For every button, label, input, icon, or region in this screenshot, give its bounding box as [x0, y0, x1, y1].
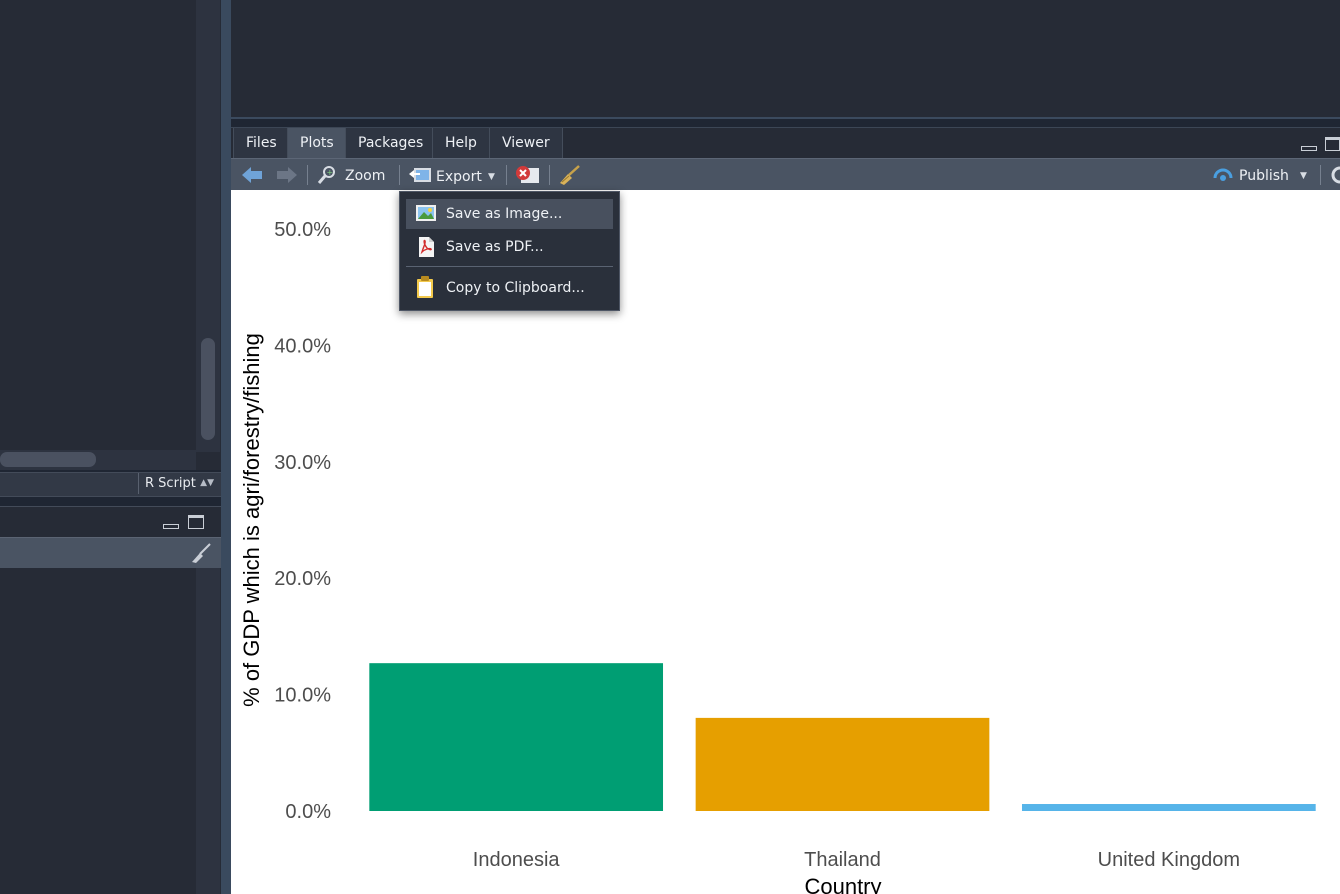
save-as-pdf-menu-item[interactable]: Save as PDF...: [406, 232, 613, 262]
pdf-icon: [419, 237, 434, 257]
back-arrow-icon[interactable]: [241, 166, 263, 184]
bar-chart: 0.0% 10.0% 20.0% 30.0% 40.0% 50.0% Indonesia T…: [239, 219, 1316, 894]
copy-to-clipboard-menu-item[interactable]: Copy to Clipboard...: [406, 273, 613, 303]
y-tick-label: 20.0%: [274, 568, 331, 590]
image-icon: [416, 205, 436, 221]
file-type-label: R Script: [145, 476, 196, 491]
select-arrows-icon: ▲▼: [200, 478, 214, 488]
zoom-magnifier-icon: +: [317, 166, 335, 184]
file-type-select[interactable]: R Script ▲▼: [138, 473, 220, 494]
clipboard-icon: [417, 276, 433, 298]
export-button[interactable]: Export ▼: [408, 162, 500, 188]
tab-packages[interactable]: Packages: [345, 128, 437, 158]
remove-plot-icon[interactable]: [515, 165, 541, 185]
plots-toolbar: [231, 158, 1340, 191]
refresh-icon[interactable]: [1328, 165, 1340, 185]
pane-splitter[interactable]: [221, 0, 231, 894]
clear-all-plots-broom-icon[interactable]: [557, 164, 581, 186]
export-label: Export: [436, 169, 482, 185]
source-vertical-scroll-thumb[interactable]: [201, 338, 215, 440]
y-tick-label: 10.0%: [274, 685, 331, 707]
maximize-pane-icon[interactable]: [188, 515, 204, 529]
bar-indonesia: [369, 663, 664, 811]
x-axis-label: Country: [804, 874, 881, 894]
x-tick-label: United Kingdom: [1098, 849, 1240, 871]
x-tick-label: Thailand: [804, 849, 881, 871]
bar-united-kingdom: [1021, 804, 1316, 811]
y-tick-label: 0.0%: [285, 801, 331, 823]
y-tick-label: 40.0%: [274, 335, 331, 357]
menu-item-label: Copy to Clipboard...: [446, 280, 585, 296]
publish-button[interactable]: Publish ▼: [1212, 162, 1312, 188]
tab-help[interactable]: Help: [432, 128, 490, 158]
y-axis-label: % of GDP which is agri/forestry/fishing: [239, 333, 264, 707]
x-tick-label: Indonesia: [473, 849, 561, 871]
toolbar-separator: [549, 165, 550, 185]
toolbar-separator: [399, 165, 400, 185]
export-icon: [409, 168, 431, 182]
source-editor-pane: [0, 0, 221, 470]
tab-plots[interactable]: Plots: [287, 128, 347, 158]
svg-text:+: +: [327, 168, 334, 177]
dropdown-caret-icon: ▼: [488, 172, 495, 182]
publish-icon: [1213, 168, 1233, 181]
zoom-button[interactable]: + Zoom: [317, 162, 389, 188]
plot-canvas: 0.0% 10.0% 20.0% 30.0% 40.0% 50.0% Indonesia T…: [231, 190, 1340, 894]
y-tick-label: 50.0%: [274, 219, 331, 241]
save-as-image-menu-item[interactable]: Save as Image...: [406, 199, 613, 229]
toolbar-separator: [1320, 165, 1321, 185]
menu-item-label: Save as PDF...: [446, 239, 544, 255]
menu-item-label: Save as Image...: [446, 206, 563, 222]
menu-separator: [406, 266, 613, 267]
tab-viewer[interactable]: Viewer: [489, 128, 563, 158]
publish-label: Publish: [1239, 168, 1289, 184]
forward-arrow-icon[interactable]: [276, 166, 298, 184]
source-horizontal-scroll-thumb[interactable]: [0, 452, 96, 467]
toolbar-separator: [307, 165, 308, 185]
tab-files[interactable]: Files: [233, 128, 290, 158]
toolbar-separator: [506, 165, 507, 185]
y-axis-ticks: 0.0% 10.0% 20.0% 30.0% 40.0% 50.0%: [274, 219, 331, 823]
minimize-plots-pane-icon[interactable]: [1301, 146, 1317, 151]
x-axis-ticks: Indonesia Thailand United Kingdom: [473, 849, 1240, 871]
console-body: [0, 568, 221, 894]
console-vertical-scrollbar[interactable]: [196, 568, 220, 894]
y-tick-label: 30.0%: [274, 452, 331, 474]
bars: [369, 663, 1316, 811]
dropdown-caret-icon: ▼: [1300, 171, 1307, 181]
minimize-pane-icon[interactable]: [163, 524, 179, 529]
bar-thailand: [695, 717, 990, 811]
export-dropdown-menu: Save as Image... Save as PDF... Copy to …: [399, 191, 620, 311]
clear-console-broom-icon[interactable]: [188, 542, 212, 564]
maximize-plots-pane-icon[interactable]: [1325, 137, 1340, 151]
zoom-label: Zoom: [345, 168, 386, 184]
environment-pane: [231, 0, 1340, 119]
